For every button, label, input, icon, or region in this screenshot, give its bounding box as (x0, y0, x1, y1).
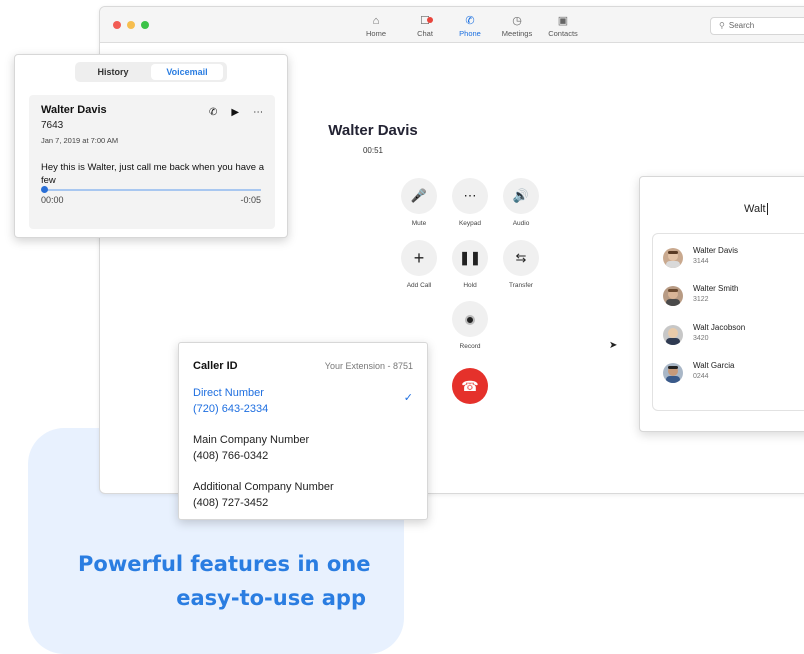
caller-id-option-main[interactable]: Main Company Number (408) 766-0342 (193, 433, 413, 464)
your-extension: Your Extension - 8751 (324, 361, 413, 371)
checkmark-icon: ✓ (403, 392, 413, 404)
plus-icon: + (413, 248, 425, 268)
contacts-icon: ▣ (557, 15, 569, 27)
more-icon[interactable]: ⋯ (253, 107, 263, 118)
search-icon: ⚲ (719, 21, 725, 30)
chat-icon: ☐ (420, 15, 430, 27)
contact-ext: 0244 (693, 373, 709, 380)
voicemail-actions: ✆ ▶ ⋯ (209, 107, 277, 118)
nav-chat-label: Chat (417, 29, 433, 38)
caller-id-option-additional[interactable]: Additional Company Number (408) 727-3452 (193, 480, 413, 511)
contact-row[interactable]: Walt Garcia 0244 (663, 361, 804, 391)
record-label: Record (459, 343, 481, 350)
voicemail-caller-name: Walter Davis (41, 104, 107, 116)
minimize-window-button[interactable] (127, 21, 135, 29)
notification-dot (427, 17, 433, 23)
contact-name: Walt Garcia (693, 361, 735, 370)
text-caret (766, 203, 768, 216)
audio-button[interactable]: 🔊 (503, 178, 539, 214)
keypad-button[interactable]: ⋯ (452, 178, 488, 214)
speaker-icon: 🔊 (512, 188, 530, 203)
contact-name: Walter Smith (693, 284, 739, 293)
nav-contacts[interactable]: ▣ Contacts (543, 13, 583, 38)
call-back-icon[interactable]: ✆ (209, 107, 217, 118)
hang-up-icon: ☎ (461, 378, 479, 394)
voicemail-transcript: Hey this is Walter, just call me back wh… (41, 162, 264, 186)
option-number: (408) 766-0342 (193, 450, 269, 462)
end-call-button[interactable]: ☎ (452, 368, 488, 404)
keypad-icon: ⋯ (463, 188, 477, 203)
option-label: Additional Company Number (193, 481, 334, 493)
voicemail-item[interactable]: Walter Davis 7643 Jan 7, 2019 at 7:00 AM… (29, 95, 275, 229)
hold-button[interactable]: ❚❚ (452, 240, 488, 276)
contact-results-list: Walter Davis 3144 Walter Smith 3122 Walt… (652, 233, 804, 411)
phone-icon: ✆ (465, 15, 475, 27)
voicemail-time-remaining: -0:05 (240, 195, 261, 205)
transfer-label: Transfer (509, 282, 533, 289)
avatar (663, 325, 683, 345)
option-label: Direct Number (193, 387, 264, 399)
contact-name: Walter Davis (693, 246, 739, 255)
avatar (663, 248, 683, 268)
pause-icon: ❚❚ (459, 250, 481, 265)
voicemail-progress-bar[interactable] (43, 189, 261, 191)
voicemail-scrubber[interactable] (41, 186, 48, 193)
voicemail-panel: History Voicemail Walter Davis 7643 Jan … (14, 54, 288, 238)
contact-search-input[interactable]: Walt (744, 203, 768, 216)
mute-button[interactable]: 🎤 (401, 178, 437, 214)
contact-search-value: Walt (744, 203, 766, 215)
contact-ext: 3420 (693, 335, 709, 342)
tab-history[interactable]: History (79, 64, 147, 80)
close-window-button[interactable] (113, 21, 121, 29)
contact-ext: 3122 (693, 296, 709, 303)
transfer-icon: ⇆ (515, 250, 527, 265)
voicemail-date: Jan 7, 2019 at 7:00 AM (41, 136, 119, 145)
tab-voicemail[interactable]: Voicemail (151, 64, 223, 80)
caller-name: Walter Davis (328, 122, 418, 139)
maximize-window-button[interactable] (141, 21, 149, 29)
caller-id-title: Caller ID (193, 360, 238, 372)
transfer-button[interactable]: ⇆ (503, 240, 539, 276)
nav-home[interactable]: ⌂ Home (356, 13, 396, 38)
tagline-line-2: easy-to-use app (176, 586, 366, 610)
contact-row[interactable]: Walter Davis 3144 (663, 246, 804, 276)
voicemail-time-elapsed: 00:00 (41, 195, 64, 205)
title-bar: ⌂ Home ☐ Chat ✆ Phone ◷ Meetings ▣ Conta… (100, 7, 804, 43)
contact-search-panel: Walt Walter Davis 3144 Walter Smith 3122… (639, 176, 804, 432)
contact-row[interactable]: Walt Jacobson 3420 (663, 323, 804, 353)
audio-label: Audio (512, 220, 530, 227)
clock-icon: ◷ (512, 15, 522, 27)
option-number: (408) 727-3452 (193, 497, 269, 509)
caller-id-dropdown: Caller ID Your Extension - 8751 Direct N… (178, 342, 428, 520)
call-duration: 00:51 (362, 146, 384, 155)
record-button[interactable] (452, 301, 488, 337)
search-input[interactable]: ⚲ Search (710, 17, 804, 35)
nav-home-label: Home (365, 29, 386, 38)
caller-id-option-direct[interactable]: Direct Number (720) 643-2334 (193, 386, 413, 417)
nav-meetings[interactable]: ◷ Meetings (497, 13, 537, 38)
avatar (663, 286, 683, 306)
search-placeholder: Search (728, 21, 755, 30)
tagline-line-1: Powerful features in one (78, 552, 371, 576)
history-voicemail-toggle: History Voicemail (75, 62, 227, 82)
contact-row[interactable]: Walter Smith 3122 (663, 284, 804, 314)
home-icon: ⌂ (372, 15, 380, 27)
voicemail-caller-ext: 7643 (41, 120, 64, 131)
microphone-icon: 🎤 (410, 188, 428, 203)
nav-meetings-label: Meetings (501, 29, 533, 38)
mouse-cursor-icon: ➤ (609, 340, 618, 351)
contact-ext: 3144 (693, 258, 709, 265)
play-icon[interactable]: ▶ (231, 107, 239, 118)
record-icon (465, 314, 475, 325)
option-number: (720) 643-2334 (193, 403, 269, 415)
nav-phone[interactable]: ✆ Phone (450, 13, 490, 38)
option-label: Main Company Number (193, 434, 310, 446)
contact-name: Walt Jacobson (693, 323, 746, 332)
nav-contacts-label: Contacts (548, 29, 578, 38)
add-call-button[interactable]: + (401, 240, 437, 276)
nav-chat[interactable]: ☐ Chat (405, 13, 445, 38)
nav-phone-label: Phone (459, 29, 481, 38)
avatar (663, 363, 683, 383)
